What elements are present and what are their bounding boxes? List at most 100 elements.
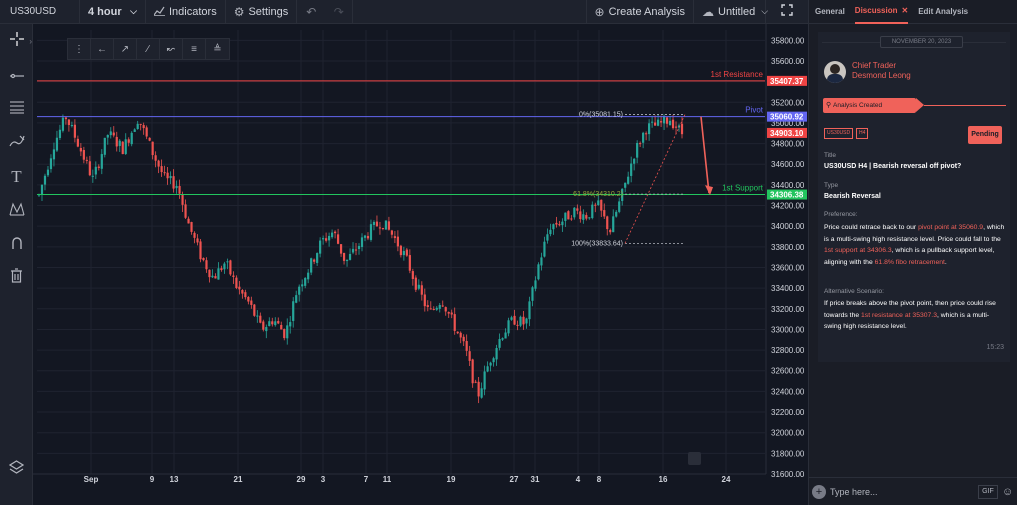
candle-body xyxy=(319,240,322,254)
draw-trendline-button[interactable]: ↗ xyxy=(114,39,137,59)
candle-body xyxy=(292,301,295,321)
draw-fib-button[interactable]: ≡ xyxy=(183,39,206,59)
author-name[interactable]: Desmond Leong xyxy=(852,71,911,80)
create-analysis-button[interactable]: ⊕ Create Analysis xyxy=(587,0,694,24)
draw-ray-button[interactable]: ← xyxy=(91,39,114,59)
avatar-head xyxy=(830,64,840,74)
draw-line-button[interactable]: ∕ xyxy=(137,39,160,59)
redo-button[interactable]: ↷ xyxy=(325,0,354,24)
level-name: 1st Support xyxy=(722,184,764,193)
candle-body xyxy=(304,277,307,286)
message-time: 15:23 xyxy=(986,344,1004,351)
candle-body xyxy=(79,147,82,152)
level-name: Pivot xyxy=(745,106,764,115)
candle-body xyxy=(103,137,106,155)
candle-body xyxy=(659,121,663,123)
candle-body xyxy=(88,161,91,176)
symbol-search[interactable]: US30USD xyxy=(0,0,80,24)
candle-body xyxy=(322,238,325,240)
candle-body xyxy=(426,305,429,307)
brush-icon xyxy=(8,134,25,152)
reply-input[interactable] xyxy=(830,486,970,497)
candle-body xyxy=(423,294,426,307)
pattern-tool[interactable] xyxy=(0,196,33,226)
candle-body xyxy=(151,141,154,156)
candle-body xyxy=(241,290,244,294)
crosshair-tool[interactable]: › xyxy=(0,26,33,56)
candle-body xyxy=(253,304,256,316)
interval-label: 4 hour xyxy=(88,5,122,18)
panel-tabs: General Discussion ✕ Edit Analysis xyxy=(809,0,1017,24)
brush-tool[interactable] xyxy=(0,128,33,158)
candle-body xyxy=(582,214,585,220)
time-tick-label: 3 xyxy=(321,475,326,484)
candle-body xyxy=(432,308,435,310)
interval-selector[interactable]: 4 hour ⌵ xyxy=(80,0,146,24)
tab-discussion[interactable]: Discussion ✕ xyxy=(854,0,909,24)
candle-body xyxy=(139,123,142,125)
trendline-icon: ↗ xyxy=(120,43,130,55)
layers-icon xyxy=(8,460,25,478)
time-tick-label: 24 xyxy=(722,475,731,484)
candle-body xyxy=(271,321,274,325)
magnet-tool[interactable] xyxy=(0,230,33,260)
candle-body xyxy=(46,169,50,176)
candle-body xyxy=(603,210,606,217)
candle-body xyxy=(429,308,432,310)
candle-body xyxy=(399,245,402,256)
level-price-label: 35407.37 xyxy=(770,77,804,86)
close-icon[interactable]: ✕ xyxy=(901,6,908,15)
candle-body xyxy=(196,238,199,243)
time-tick-label: 13 xyxy=(170,475,179,484)
candle-body xyxy=(64,117,68,120)
candle-body xyxy=(52,149,56,160)
undo-button[interactable]: ↶ xyxy=(297,0,325,24)
object-tree-button[interactable] xyxy=(0,454,33,484)
candle-body xyxy=(187,218,190,224)
settings-button[interactable]: ⚙ Settings xyxy=(226,0,298,24)
candle-body xyxy=(118,140,121,146)
highlight-text: 61.8% fibo retracement xyxy=(874,258,945,266)
candle-body xyxy=(579,211,582,220)
draw-path-button[interactable]: ↜ xyxy=(160,39,183,59)
undo-icon: ↶ xyxy=(306,4,317,19)
avatar[interactable] xyxy=(824,61,846,83)
candle-body xyxy=(325,238,328,241)
price-tick-label: 33400.00 xyxy=(771,284,805,293)
cloud-icon: ☁ xyxy=(702,4,714,19)
candle-body xyxy=(576,208,579,211)
chart-canvas[interactable]: Sep 9 13 21 29 3 7 11 19 27 31 4 8 16 2431600.0031800.… xyxy=(33,24,808,505)
text-run: . xyxy=(944,258,947,266)
candle-body xyxy=(100,154,103,169)
price-chart[interactable]: Sep 9 13 21 29 3 7 11 19 27 31 4 8 16 24 31600.00 31800.… xyxy=(33,24,808,505)
delete-drawings-button[interactable] xyxy=(0,262,33,292)
candle-body xyxy=(567,211,570,220)
drag-handle[interactable]: ⋮ xyxy=(68,39,91,59)
candle-body xyxy=(235,277,238,288)
candle-body xyxy=(124,139,127,154)
layout-menu[interactable]: ☁ Untitled ⌵ xyxy=(694,0,768,24)
candle-body xyxy=(106,134,109,138)
emoji-icon[interactable]: ☺ xyxy=(1002,486,1013,498)
candle-body xyxy=(115,136,118,147)
candle-body xyxy=(513,315,516,325)
attach-plus-icon[interactable]: + xyxy=(812,484,826,499)
horizontal-line-tool[interactable] xyxy=(0,60,33,90)
text-tool[interactable]: T xyxy=(0,162,33,192)
fib-retracement-icon xyxy=(9,100,25,118)
candle-body xyxy=(354,249,358,251)
candle-body xyxy=(160,166,163,173)
draw-channel-button[interactable]: ≜ xyxy=(206,39,229,59)
layout-name: Untitled xyxy=(718,5,756,18)
candle-body xyxy=(438,304,441,309)
fullscreen-button[interactable] xyxy=(766,0,808,24)
symbol-badge: US30USD xyxy=(824,128,854,139)
indicators-button[interactable]: Indicators xyxy=(146,0,226,24)
gif-button[interactable]: GIF xyxy=(978,484,998,499)
channel-icon: ≜ xyxy=(213,43,222,55)
candle-body xyxy=(662,116,666,124)
tab-edit-analysis[interactable]: Edit Analysis xyxy=(918,0,968,24)
fib-retracement-tool[interactable] xyxy=(0,94,33,124)
tab-general[interactable]: General xyxy=(815,0,845,24)
fib-level-label: 100%(33833.64) xyxy=(571,240,623,247)
